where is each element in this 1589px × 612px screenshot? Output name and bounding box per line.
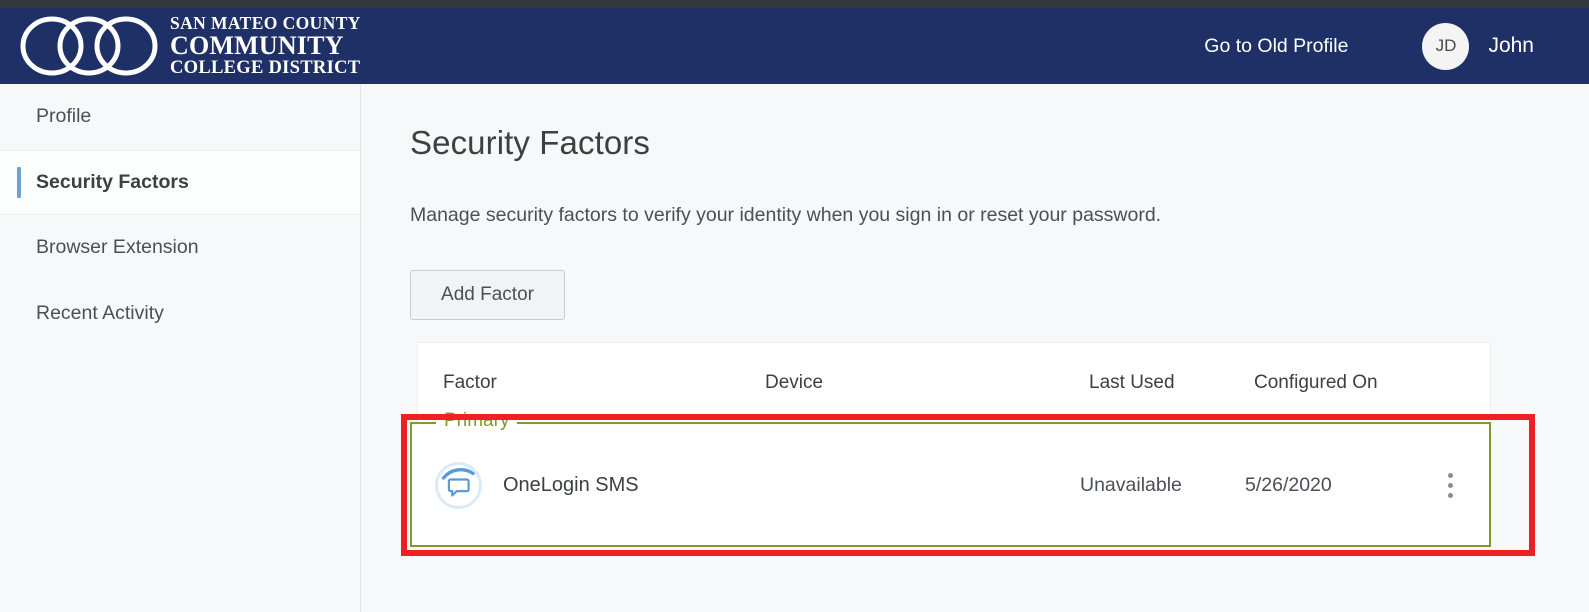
sidebar-item-label: Browser Extension — [36, 236, 199, 259]
table-header-row: Factor Device Last Used Configured On — [418, 343, 1490, 422]
body-area: Profile Security Factors Browser Extensi… — [0, 84, 1589, 612]
add-factor-button[interactable]: Add Factor — [410, 270, 565, 320]
sidebar-item-recent-activity[interactable]: Recent Activity — [0, 281, 360, 347]
district-logo[interactable]: SAN MATEO COUNTY COMMUNITY COLLEGE DISTR… — [18, 14, 361, 78]
sidebar: Profile Security Factors Browser Extensi… — [0, 84, 361, 612]
user-name[interactable]: John — [1488, 34, 1534, 58]
sidebar-item-profile[interactable]: Profile — [0, 84, 360, 150]
column-header-configured-on: Configured On — [1254, 371, 1378, 393]
sidebar-item-browser-extension[interactable]: Browser Extension — [0, 215, 360, 281]
main-content: Security Factors Manage security factors… — [362, 84, 1589, 612]
page-title: Security Factors — [410, 124, 650, 161]
sidebar-item-label: Security Factors — [36, 170, 189, 193]
header-right-group: Go to Old Profile JD John — [1204, 22, 1534, 70]
sidebar-item-label: Profile — [36, 105, 92, 128]
column-header-last-used: Last Used — [1089, 371, 1175, 393]
security-factors-table: Factor Device Last Used Configured On — [417, 342, 1491, 424]
three-interlocking-rings-logo-icon — [20, 16, 158, 76]
column-header-device: Device — [765, 371, 824, 393]
district-logo-text: SAN MATEO COUNTY COMMUNITY COLLEGE DISTR… — [170, 14, 361, 78]
top-strip — [0, 0, 1589, 8]
page-description: Manage security factors to verify your i… — [410, 204, 1162, 226]
logo-line-3: COLLEGE DISTRICT — [170, 57, 361, 78]
highlight-annotation-box — [401, 414, 1535, 556]
app-header: SAN MATEO COUNTY COMMUNITY COLLEGE DISTR… — [0, 8, 1589, 84]
sidebar-item-label: Recent Activity — [36, 301, 164, 324]
logo-line-1: SAN MATEO COUNTY — [170, 12, 361, 33]
avatar[interactable]: JD — [1422, 22, 1470, 70]
go-to-old-profile-link[interactable]: Go to Old Profile — [1204, 35, 1348, 58]
column-header-factor: Factor — [443, 371, 497, 393]
sidebar-item-security-factors[interactable]: Security Factors — [0, 149, 360, 215]
logo-line-2: COMMUNITY — [170, 30, 344, 60]
